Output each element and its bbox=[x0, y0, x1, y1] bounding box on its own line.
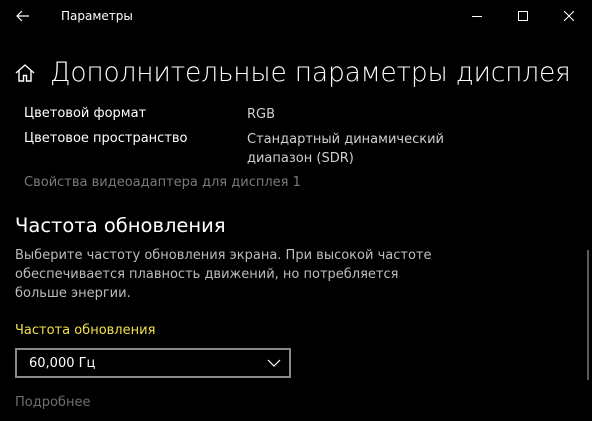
home-icon[interactable] bbox=[14, 62, 36, 84]
refresh-rate-label: Частота обновления bbox=[15, 323, 156, 338]
minimize-button[interactable] bbox=[454, 0, 500, 32]
refresh-rate-value: 60,000 Гц bbox=[29, 356, 96, 371]
close-icon bbox=[564, 11, 574, 21]
page-title: Дополнительные параметры дисплея bbox=[50, 57, 571, 88]
app-title: Параметры bbox=[61, 9, 133, 23]
scrollbar[interactable] bbox=[587, 250, 589, 380]
title-bar: Параметры bbox=[0, 0, 592, 32]
color-format-value: RGB bbox=[247, 107, 276, 122]
close-button[interactable] bbox=[546, 0, 592, 32]
back-button[interactable] bbox=[0, 0, 46, 32]
maximize-button[interactable] bbox=[500, 0, 546, 32]
arrow-left-icon bbox=[16, 10, 29, 22]
refresh-description: Выберите частоту обновления экрана. При … bbox=[15, 248, 432, 301]
color-space-label: Цветовое пространство bbox=[24, 131, 188, 146]
adapter-properties-link[interactable]: Свойства видеоадаптера для дисплея 1 bbox=[24, 174, 301, 192]
color-format-label: Цветовой формат bbox=[24, 106, 147, 121]
maximize-icon bbox=[518, 11, 528, 21]
chevron-down-icon bbox=[267, 359, 281, 367]
learn-more-link[interactable]: Подробнее bbox=[15, 394, 90, 412]
refresh-rate-dropdown[interactable]: 60,000 Гц bbox=[15, 348, 291, 378]
refresh-section-title: Частота обновления bbox=[15, 214, 226, 237]
color-space-value: Стандартный динамический диапазон (SDR) bbox=[247, 132, 444, 166]
page-header: Дополнительные параметры дисплея bbox=[0, 52, 592, 96]
minimize-icon bbox=[472, 16, 482, 17]
